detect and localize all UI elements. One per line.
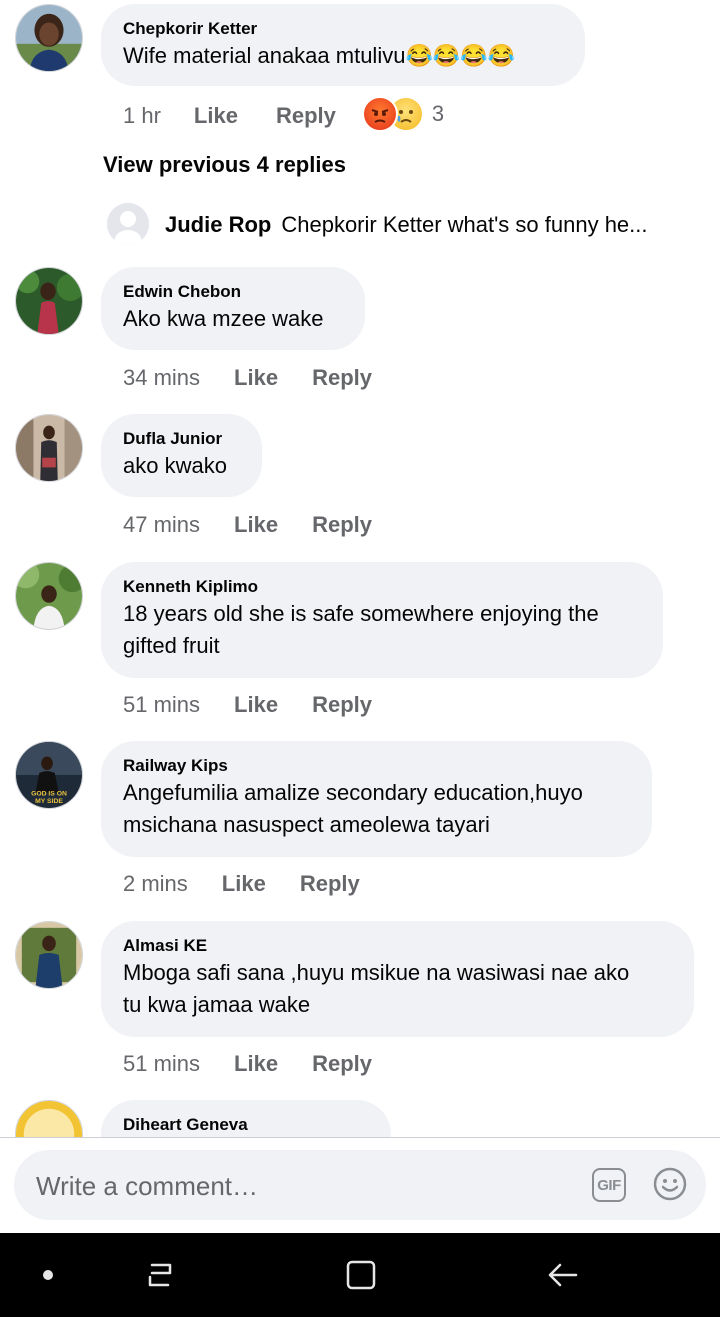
comment-author[interactable]: Diheart Geneva bbox=[123, 1115, 369, 1135]
comment-composer-bar: GIF bbox=[0, 1138, 720, 1233]
smiley-icon[interactable] bbox=[652, 1166, 688, 1202]
comment-bubble[interactable]: Diheart Geneva bbox=[101, 1100, 391, 1137]
like-button[interactable]: Like bbox=[234, 363, 278, 393]
laughing-tears-emoji-icon: 😂 bbox=[432, 43, 461, 68]
view-previous-replies-link[interactable]: View previous 4 replies bbox=[103, 152, 346, 178]
comment-author[interactable]: Railway Kips bbox=[123, 756, 630, 776]
comment-actions: 51 mins Like Reply bbox=[123, 1049, 372, 1079]
comment-bubble[interactable]: Almasi KE Mboga safi sana ,huyu msikue n… bbox=[101, 921, 694, 1037]
like-button[interactable]: Like bbox=[222, 869, 266, 899]
like-button[interactable]: Like bbox=[234, 510, 278, 540]
system-navigation-bar bbox=[0, 1233, 720, 1317]
comment-railway: GOD IS ON MY SIDE Railway Kips Angefumil… bbox=[0, 741, 720, 901]
angry-reaction-icon bbox=[361, 96, 398, 132]
comment-author[interactable]: Kenneth Kiplimo bbox=[123, 577, 641, 597]
avatar[interactable] bbox=[15, 267, 83, 335]
back-icon[interactable] bbox=[541, 1255, 585, 1295]
reply-text: Chepkorir Ketter what's so funny he... bbox=[281, 212, 648, 237]
comment-text-line: Angefumilia amalize secondary education,… bbox=[123, 780, 583, 805]
avatar-caption: MY SIDE bbox=[35, 798, 63, 805]
like-button[interactable]: Like bbox=[194, 101, 238, 131]
avatar[interactable] bbox=[15, 562, 83, 630]
avatar-photo: GOD IS ON MY SIDE bbox=[16, 742, 82, 808]
comment-input[interactable] bbox=[34, 1164, 578, 1208]
comment-almasi: Almasi KE Mboga safi sana ,huyu msikue n… bbox=[0, 921, 720, 1081]
comment-text-line: gifted fruit bbox=[123, 633, 220, 658]
comment-author[interactable]: Almasi KE bbox=[123, 936, 672, 956]
gif-button[interactable]: GIF bbox=[592, 1168, 626, 1202]
reply-button[interactable]: Reply bbox=[312, 510, 372, 540]
comment-time: 51 mins bbox=[123, 1051, 201, 1076]
recent-apps-icon[interactable] bbox=[138, 1255, 182, 1295]
comment-chepkorir: Chepkorir Ketter Wife material anakaa mt… bbox=[0, 0, 720, 140]
avatar-photo bbox=[16, 922, 82, 988]
comment-actions: 2 mins Like Reply bbox=[123, 869, 360, 899]
comment-bubble[interactable]: Edwin Chebon Ako kwa mzee wake bbox=[101, 267, 365, 350]
comment-composer: GIF bbox=[14, 1150, 706, 1220]
comment-actions: 1 hr Like Reply 3 bbox=[123, 96, 445, 134]
default-avatar-icon bbox=[107, 203, 149, 245]
laughing-tears-emoji-icon: 😂 bbox=[405, 43, 433, 68]
avatar-photo bbox=[16, 563, 82, 629]
laughing-tears-emoji-icon: 😂 bbox=[487, 43, 516, 68]
reply-button[interactable]: Reply bbox=[276, 101, 336, 131]
avatar[interactable] bbox=[15, 4, 83, 72]
avatar[interactable] bbox=[15, 1100, 83, 1137]
comment-text: Wife material anakaa mtulivu😂😂😂😂 bbox=[123, 40, 563, 72]
comment-time: 2 mins bbox=[123, 871, 188, 896]
latest-reply-preview[interactable]: Judie Rop Chepkorir Ketter what's so funn… bbox=[107, 203, 707, 247]
laughing-tears-emoji-icon: 😂 bbox=[460, 43, 488, 68]
avatar-photo bbox=[16, 5, 82, 71]
comment-kenneth: Kenneth Kiplimo 18 years old she is safe… bbox=[0, 562, 720, 722]
like-button[interactable]: Like bbox=[234, 690, 278, 720]
comment-author[interactable]: Chepkorir Ketter bbox=[123, 19, 563, 39]
avatar[interactable]: GOD IS ON MY SIDE bbox=[15, 741, 83, 809]
comment-text-body: Wife material anakaa mtulivu bbox=[123, 43, 406, 68]
avatar[interactable] bbox=[15, 414, 83, 482]
comment-text-line: Mboga safi sana ,huyu msikue na wasiwasi… bbox=[123, 960, 630, 985]
avatar-caption: GOD IS ON bbox=[31, 790, 67, 797]
comment-actions: 47 mins Like Reply bbox=[123, 510, 372, 540]
reaction-count: 3 bbox=[431, 101, 445, 126]
comment-text: ako kwako bbox=[123, 453, 227, 478]
comment-bubble[interactable]: Kenneth Kiplimo 18 years old she is safe… bbox=[101, 562, 663, 678]
comment-actions: 51 mins Like Reply bbox=[123, 690, 372, 720]
reply-button[interactable]: Reply bbox=[312, 363, 372, 393]
reactions-summary[interactable]: 3 bbox=[361, 96, 445, 132]
reply-button[interactable]: Reply bbox=[300, 869, 360, 899]
dot-icon[interactable] bbox=[26, 1255, 70, 1295]
comment-time: 51 mins bbox=[123, 692, 201, 717]
like-button[interactable]: Like bbox=[234, 1049, 278, 1079]
comment-diheart: Diheart Geneva bbox=[0, 1090, 720, 1137]
avatar-photo bbox=[16, 415, 82, 481]
avatar-photo bbox=[16, 1101, 82, 1137]
reply-button[interactable]: Reply bbox=[312, 690, 372, 720]
comment-text: Ako kwa mzee wake bbox=[123, 306, 324, 331]
comment-bubble[interactable]: Chepkorir Ketter Wife material anakaa mt… bbox=[101, 4, 585, 86]
home-icon[interactable] bbox=[339, 1255, 383, 1295]
comment-author[interactable]: Edwin Chebon bbox=[123, 282, 343, 302]
comment-actions: 34 mins Like Reply bbox=[123, 363, 372, 393]
avatar[interactable] bbox=[15, 921, 83, 989]
comment-text-line: tu kwa jamaa wake bbox=[123, 992, 311, 1017]
comment-bubble[interactable]: Dufla Junior ako kwako bbox=[101, 414, 262, 497]
reply-preview-line: Judie Rop Chepkorir Ketter what's so funn… bbox=[165, 212, 685, 238]
avatar-photo bbox=[16, 268, 82, 334]
comment-dufla: Dufla Junior ako kwako 47 mins Like Repl… bbox=[0, 414, 720, 544]
comment-time: 47 mins bbox=[123, 512, 201, 537]
reply-button[interactable]: Reply bbox=[312, 1049, 372, 1079]
comment-bubble[interactable]: Railway Kips Angefumilia amalize seconda… bbox=[101, 741, 652, 857]
comment-time: 34 mins bbox=[123, 365, 201, 390]
comment-text-line: msichana nasuspect ameolewa tayari bbox=[123, 812, 490, 837]
comment-time: 1 hr bbox=[123, 103, 161, 128]
comment-text-line: 18 years old she is safe somewhere enjoy… bbox=[123, 601, 599, 626]
reply-author[interactable]: Judie Rop bbox=[165, 212, 271, 237]
comment-edwin: Edwin Chebon Ako kwa mzee wake 34 mins L… bbox=[0, 267, 720, 397]
comment-author[interactable]: Dufla Junior bbox=[123, 429, 240, 449]
